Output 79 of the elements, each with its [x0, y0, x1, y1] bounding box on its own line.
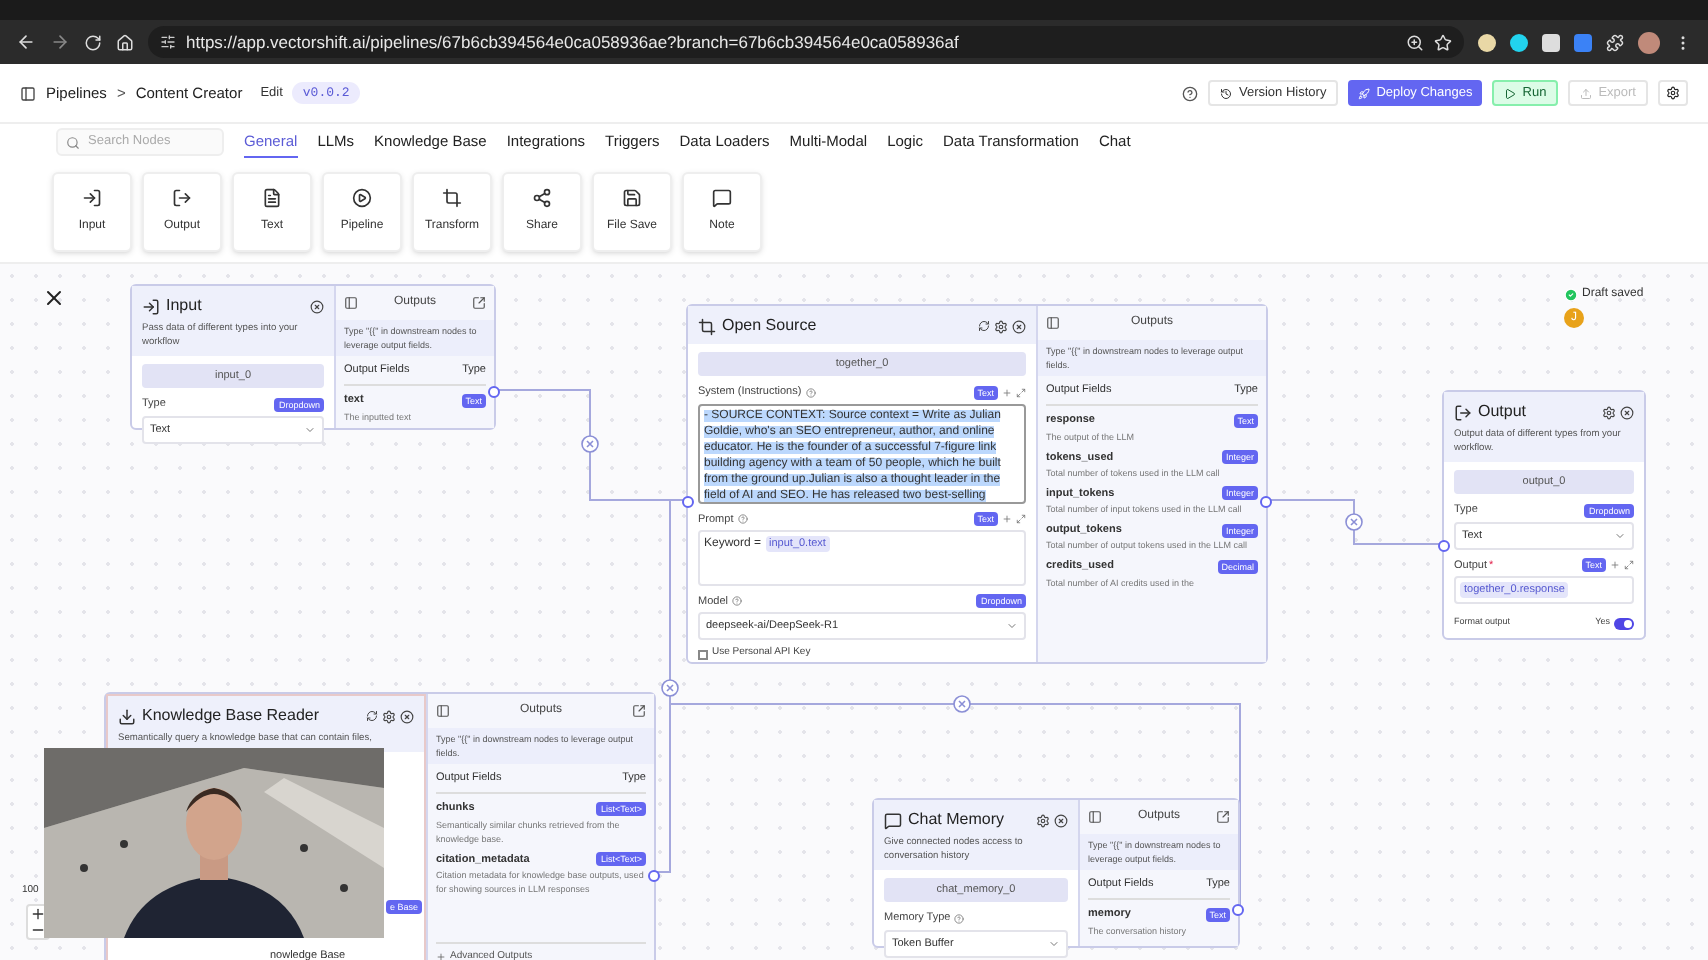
close-icon[interactable] [400, 709, 414, 723]
circle-x-icon[interactable] [661, 679, 679, 697]
settings-icon[interactable] [1602, 405, 1616, 419]
connection-handle[interactable] [682, 496, 694, 508]
forward-icon[interactable] [50, 32, 70, 52]
help-icon [731, 596, 742, 607]
chevron-down-icon [1048, 937, 1060, 950]
history-icon [1220, 87, 1233, 99]
close-icon[interactable] [42, 286, 66, 310]
play-icon [352, 188, 372, 208]
help-icon[interactable] [1182, 85, 1199, 101]
panel-icon[interactable] [1088, 810, 1102, 824]
zoom-in-icon[interactable] [30, 906, 46, 922]
avatar-icon[interactable] [1638, 31, 1660, 53]
close-icon[interactable] [1054, 813, 1068, 827]
home-icon[interactable] [116, 33, 134, 51]
upload-icon [1580, 87, 1593, 99]
document-icon [262, 188, 282, 208]
chevron-down-icon [1006, 620, 1018, 633]
settings-icon [1666, 86, 1680, 100]
node-title: Output [1478, 400, 1527, 424]
panel-icon[interactable] [344, 296, 358, 310]
message-icon [884, 811, 902, 829]
node-title: Knowledge Base Reader [142, 704, 320, 728]
circle-x-icon[interactable] [953, 695, 971, 713]
reload-icon[interactable] [84, 33, 102, 51]
close-icon[interactable] [310, 299, 324, 313]
circle-x-icon[interactable] [581, 435, 599, 453]
refresh-icon[interactable] [978, 320, 990, 332]
back-icon[interactable] [16, 32, 36, 52]
expand-icon[interactable] [1624, 560, 1634, 571]
help-icon [737, 514, 748, 525]
url-text: https://app.vectorshift.ai/pipelines/67b6cb394564e0ca058936ae?branch=67b6cb394564e0ca058936af [186, 29, 959, 55]
address-bar[interactable]: https://app.vectorshift.ai/pipelines/67b6cb394564e0ca058936ae?branch=67b6cb394564e0ca058936af [148, 26, 1464, 58]
extensions-icon[interactable] [1606, 33, 1624, 51]
crop-icon [442, 188, 462, 208]
floppy-icon [622, 188, 642, 208]
output-icon [1454, 403, 1472, 421]
sidebar-icon[interactable] [20, 85, 36, 101]
search-icon [66, 135, 80, 149]
output-icon [172, 188, 192, 208]
share-icon [532, 188, 552, 208]
external-link-icon[interactable] [631, 704, 646, 718]
external-link-icon[interactable] [471, 296, 486, 310]
crop-icon [698, 317, 716, 335]
chevron-down-icon [304, 423, 316, 436]
help-icon [805, 387, 816, 398]
circle-x-icon[interactable] [1345, 513, 1363, 531]
refresh-icon[interactable] [366, 710, 378, 722]
close-icon[interactable] [1012, 319, 1026, 333]
input-icon [142, 297, 160, 315]
checkbox[interactable] [698, 649, 708, 659]
chevron-down-icon [1614, 529, 1626, 542]
toggle-switch[interactable] [1614, 617, 1634, 630]
settings-icon[interactable] [382, 709, 396, 723]
settings-icon[interactable] [1036, 813, 1050, 827]
star-icon[interactable] [1434, 33, 1452, 51]
plus-icon [436, 951, 446, 960]
node-title: Input [166, 294, 202, 318]
expand-icon[interactable] [1016, 514, 1026, 525]
external-link-icon[interactable] [1215, 810, 1230, 824]
play-icon [1504, 87, 1517, 99]
settings-button[interactable] [1658, 80, 1688, 106]
panel-icon[interactable] [436, 704, 450, 718]
expand-icon[interactable] [1016, 387, 1026, 398]
connection-handle[interactable] [1438, 540, 1450, 552]
sliders-icon[interactable] [160, 34, 176, 50]
check-icon [1564, 288, 1578, 302]
panel-icon[interactable] [1046, 316, 1060, 330]
rocket-icon [1358, 87, 1371, 99]
node-title: Open Source [722, 314, 817, 338]
download-icon [118, 707, 136, 725]
close-icon[interactable] [1620, 405, 1634, 419]
settings-icon[interactable] [994, 319, 1008, 333]
help-icon [954, 913, 965, 924]
message-icon [712, 188, 732, 208]
zoom-icon[interactable] [1406, 33, 1424, 51]
node-title: Chat Memory [908, 808, 1005, 832]
input-icon [82, 188, 102, 208]
